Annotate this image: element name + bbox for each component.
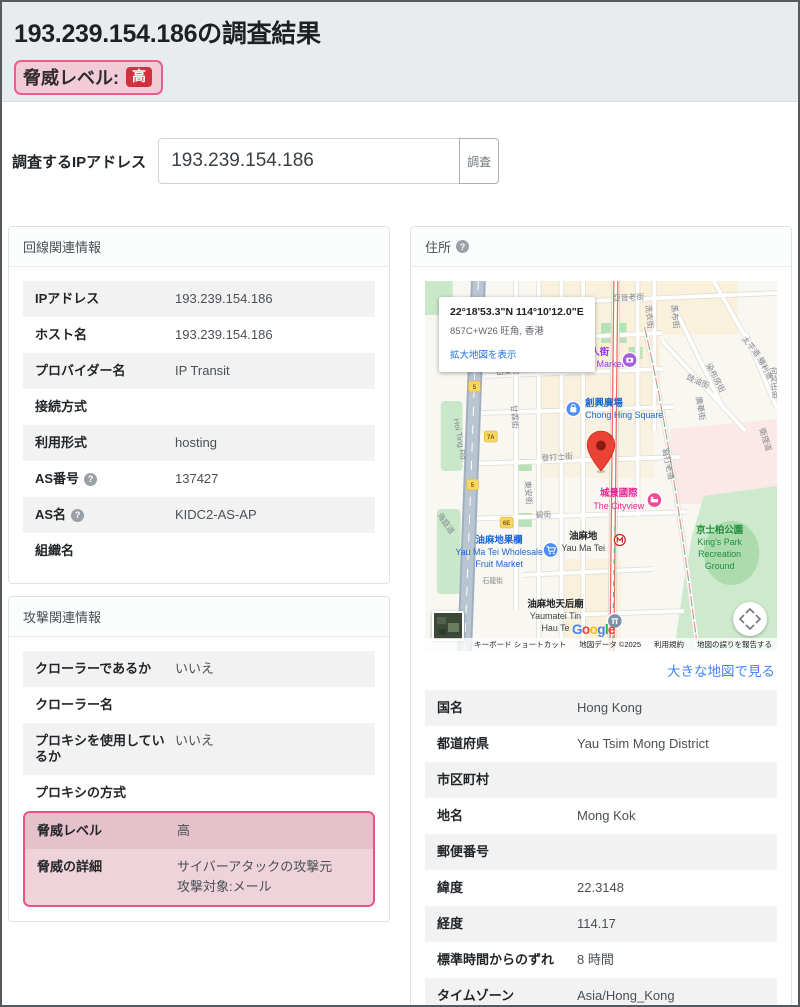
svg-text:碧街: 碧街 bbox=[535, 509, 552, 520]
row-connection-type: 接続方式 bbox=[23, 389, 375, 425]
row-country: 国名 Hong Kong bbox=[425, 690, 777, 726]
card-attack-info-header: 攻撃関連情報 bbox=[9, 597, 389, 637]
ip-address-input[interactable] bbox=[158, 138, 460, 184]
row-usage-type: 利用形式 hosting bbox=[23, 425, 375, 461]
svg-text:甘霖街: 甘霖街 bbox=[509, 404, 521, 429]
svg-text:Ground: Ground bbox=[705, 561, 735, 571]
page-title: 193.239.154.186の調査結果 bbox=[14, 14, 786, 50]
row-prefecture: 都道府県 Yau Tsim Mong District bbox=[425, 726, 777, 762]
satellite-view-toggle[interactable] bbox=[432, 611, 464, 641]
right-column: 住所 bbox=[410, 226, 792, 1007]
row-threat-level: 脅威レベル 高 bbox=[25, 813, 373, 849]
card-address: 住所 bbox=[410, 226, 792, 1007]
row-provider: プロバイダー名 IP Transit bbox=[23, 353, 375, 389]
search-label: 調査するIPアドレス bbox=[12, 151, 146, 172]
search-form: 調査するIPアドレス 調査 bbox=[2, 102, 798, 226]
svg-text:油麻地天后廟: 油麻地天后廟 bbox=[527, 598, 584, 610]
svg-text:King's Park: King's Park bbox=[697, 537, 742, 547]
help-icon[interactable] bbox=[71, 509, 84, 522]
keyboard-shortcuts-button[interactable]: キーボード ショートカット bbox=[474, 639, 566, 650]
threat-level-badge: 高 bbox=[126, 67, 152, 87]
svg-text:Hau Te: Hau Te bbox=[542, 623, 570, 633]
svg-text:城景國際: 城景國際 bbox=[600, 487, 638, 499]
row-city: 市区町村 bbox=[425, 762, 777, 798]
row-postal-code: 郵便番号 bbox=[425, 834, 777, 870]
row-threat-detail: 脅威の詳細 サイバーアタックの攻撃元 攻撃対象:メール bbox=[25, 849, 373, 905]
map-data-attribution: 地図データ ©2025 bbox=[579, 639, 641, 650]
row-timezone: タイムゾーン Asia/Hong_Kong bbox=[425, 978, 777, 1007]
row-ip-address: IPアドレス 193.239.154.186 bbox=[23, 281, 375, 317]
svg-text:創興廣場: 創興廣場 bbox=[584, 397, 623, 409]
card-line-info: 回線関連情報 IPアドレス 193.239.154.186 ホスト名 193.2… bbox=[8, 226, 390, 584]
row-is-crawler: クローラーであるか いいえ bbox=[23, 651, 375, 687]
row-as-name: AS名 KIDC2-AS-AP bbox=[23, 497, 375, 533]
cart-icon bbox=[543, 543, 558, 558]
svg-text:Chong Hing Square: Chong Hing Square bbox=[585, 410, 663, 420]
row-longitude: 経度 114.17 bbox=[425, 906, 777, 942]
svg-text:石龍街: 石龍街 bbox=[482, 576, 503, 585]
svg-text:油麻地: 油麻地 bbox=[569, 530, 598, 542]
left-column: 回線関連情報 IPアドレス 193.239.154.186 ホスト名 193.2… bbox=[8, 226, 390, 934]
row-proxy-type: プロキシの方式 bbox=[23, 775, 375, 811]
svg-text:Yau Ma Tei: Yau Ma Tei bbox=[561, 543, 605, 553]
view-larger-map-link[interactable]: 大きな地図で見る bbox=[425, 651, 777, 690]
map-pan-control[interactable] bbox=[733, 602, 767, 636]
map-plus-code: 857C+W26 旺角, 香港 bbox=[450, 323, 584, 337]
svg-text:Yaumatei Tin: Yaumatei Tin bbox=[530, 611, 581, 621]
google-map-embed[interactable]: 5 7A 5 6E 亞皆老街 山東街 bbox=[425, 281, 777, 651]
map-attribution-bar: キーボード ショートカット 地図データ ©2025 利用規約 地図の誤りを報告す… bbox=[425, 638, 777, 651]
svg-text:Fruit Market: Fruit Market bbox=[475, 559, 523, 569]
pan-arrows-icon bbox=[733, 602, 767, 636]
row-place-name: 地名 Mong Kok bbox=[425, 798, 777, 834]
row-crawler-name: クローラー名 bbox=[23, 687, 375, 723]
map-coordinates: 22°18'53.3"N 114°10'12.0"E bbox=[450, 306, 584, 318]
enlarge-map-link[interactable]: 拡大地図を表示 bbox=[450, 347, 517, 361]
report-map-error-link[interactable]: 地図の誤りを報告する bbox=[697, 639, 772, 650]
svg-text:6E: 6E bbox=[503, 521, 510, 527]
help-icon[interactable] bbox=[456, 240, 469, 253]
row-uses-proxy: プロキシを使用しているか いいえ bbox=[23, 723, 375, 775]
map-nathan-road bbox=[610, 281, 618, 651]
page-header: 193.239.154.186の調査結果 脅威レベル: 高 bbox=[2, 2, 798, 102]
svg-text:亞皆老街: 亞皆老街 bbox=[612, 291, 644, 303]
svg-text:東安街: 東安街 bbox=[523, 480, 535, 505]
ip-lookup-page: 193.239.154.186の調査結果 脅威レベル: 高 調査するIPアドレス… bbox=[0, 0, 800, 1007]
svg-text:京士柏公園: 京士柏公園 bbox=[696, 524, 743, 536]
card-attack-info: 攻撃関連情報 クローラーであるか いいえ クローラー名 プロキシを使用しているか bbox=[8, 596, 390, 922]
threat-level-chip: 脅威レベル: 高 bbox=[14, 60, 163, 95]
content-columns: 回線関連情報 IPアドレス 193.239.154.186 ホスト名 193.2… bbox=[2, 226, 798, 1007]
svg-text:Recreation: Recreation bbox=[698, 549, 741, 559]
row-organization: 組織名 bbox=[23, 533, 375, 569]
terms-link[interactable]: 利用規約 bbox=[654, 639, 684, 650]
svg-text:7A: 7A bbox=[487, 435, 495, 441]
svg-text:Yau Ma Tei Wholesale: Yau Ma Tei Wholesale bbox=[455, 547, 543, 557]
threat-level-label: 脅威レベル: bbox=[23, 64, 119, 90]
svg-text:油麻地果欄: 油麻地果欄 bbox=[476, 534, 523, 546]
map-info-card: 22°18'53.3"N 114°10'12.0"E 857C+W26 旺角, … bbox=[439, 297, 595, 372]
threat-highlight-box: 脅威レベル 高 脅威の詳細 サイバーアタックの攻撃元 攻撃対象:メール bbox=[23, 811, 375, 907]
card-line-info-header: 回線関連情報 bbox=[9, 227, 389, 267]
help-icon[interactable] bbox=[84, 473, 97, 486]
row-utc-offset: 標準時間からのずれ 8 時間 bbox=[425, 942, 777, 978]
row-as-number: AS番号 137427 bbox=[23, 461, 375, 497]
card-address-header: 住所 bbox=[411, 227, 791, 267]
google-logo[interactable]: Google bbox=[572, 622, 615, 637]
svg-text:The Cityview: The Cityview bbox=[593, 501, 644, 511]
search-button[interactable]: 調査 bbox=[459, 138, 499, 184]
row-latitude: 緯度 22.3148 bbox=[425, 870, 777, 906]
row-host-name: ホスト名 193.239.154.186 bbox=[23, 317, 375, 353]
